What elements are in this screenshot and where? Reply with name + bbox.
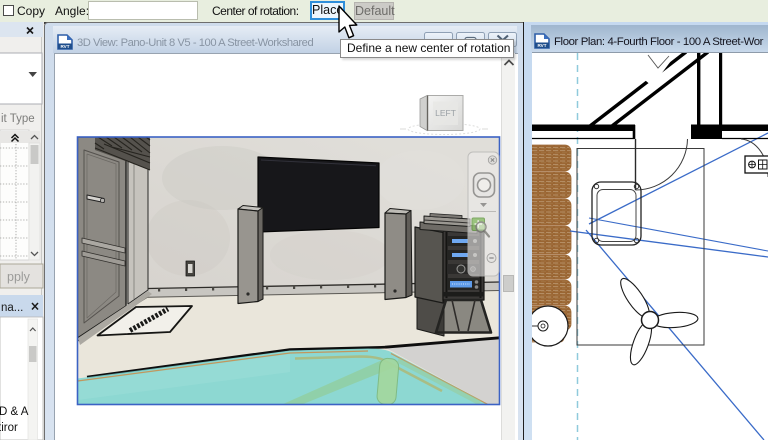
svg-text:RVT: RVT [60, 44, 69, 49]
svg-text:RVT: RVT [537, 43, 546, 48]
